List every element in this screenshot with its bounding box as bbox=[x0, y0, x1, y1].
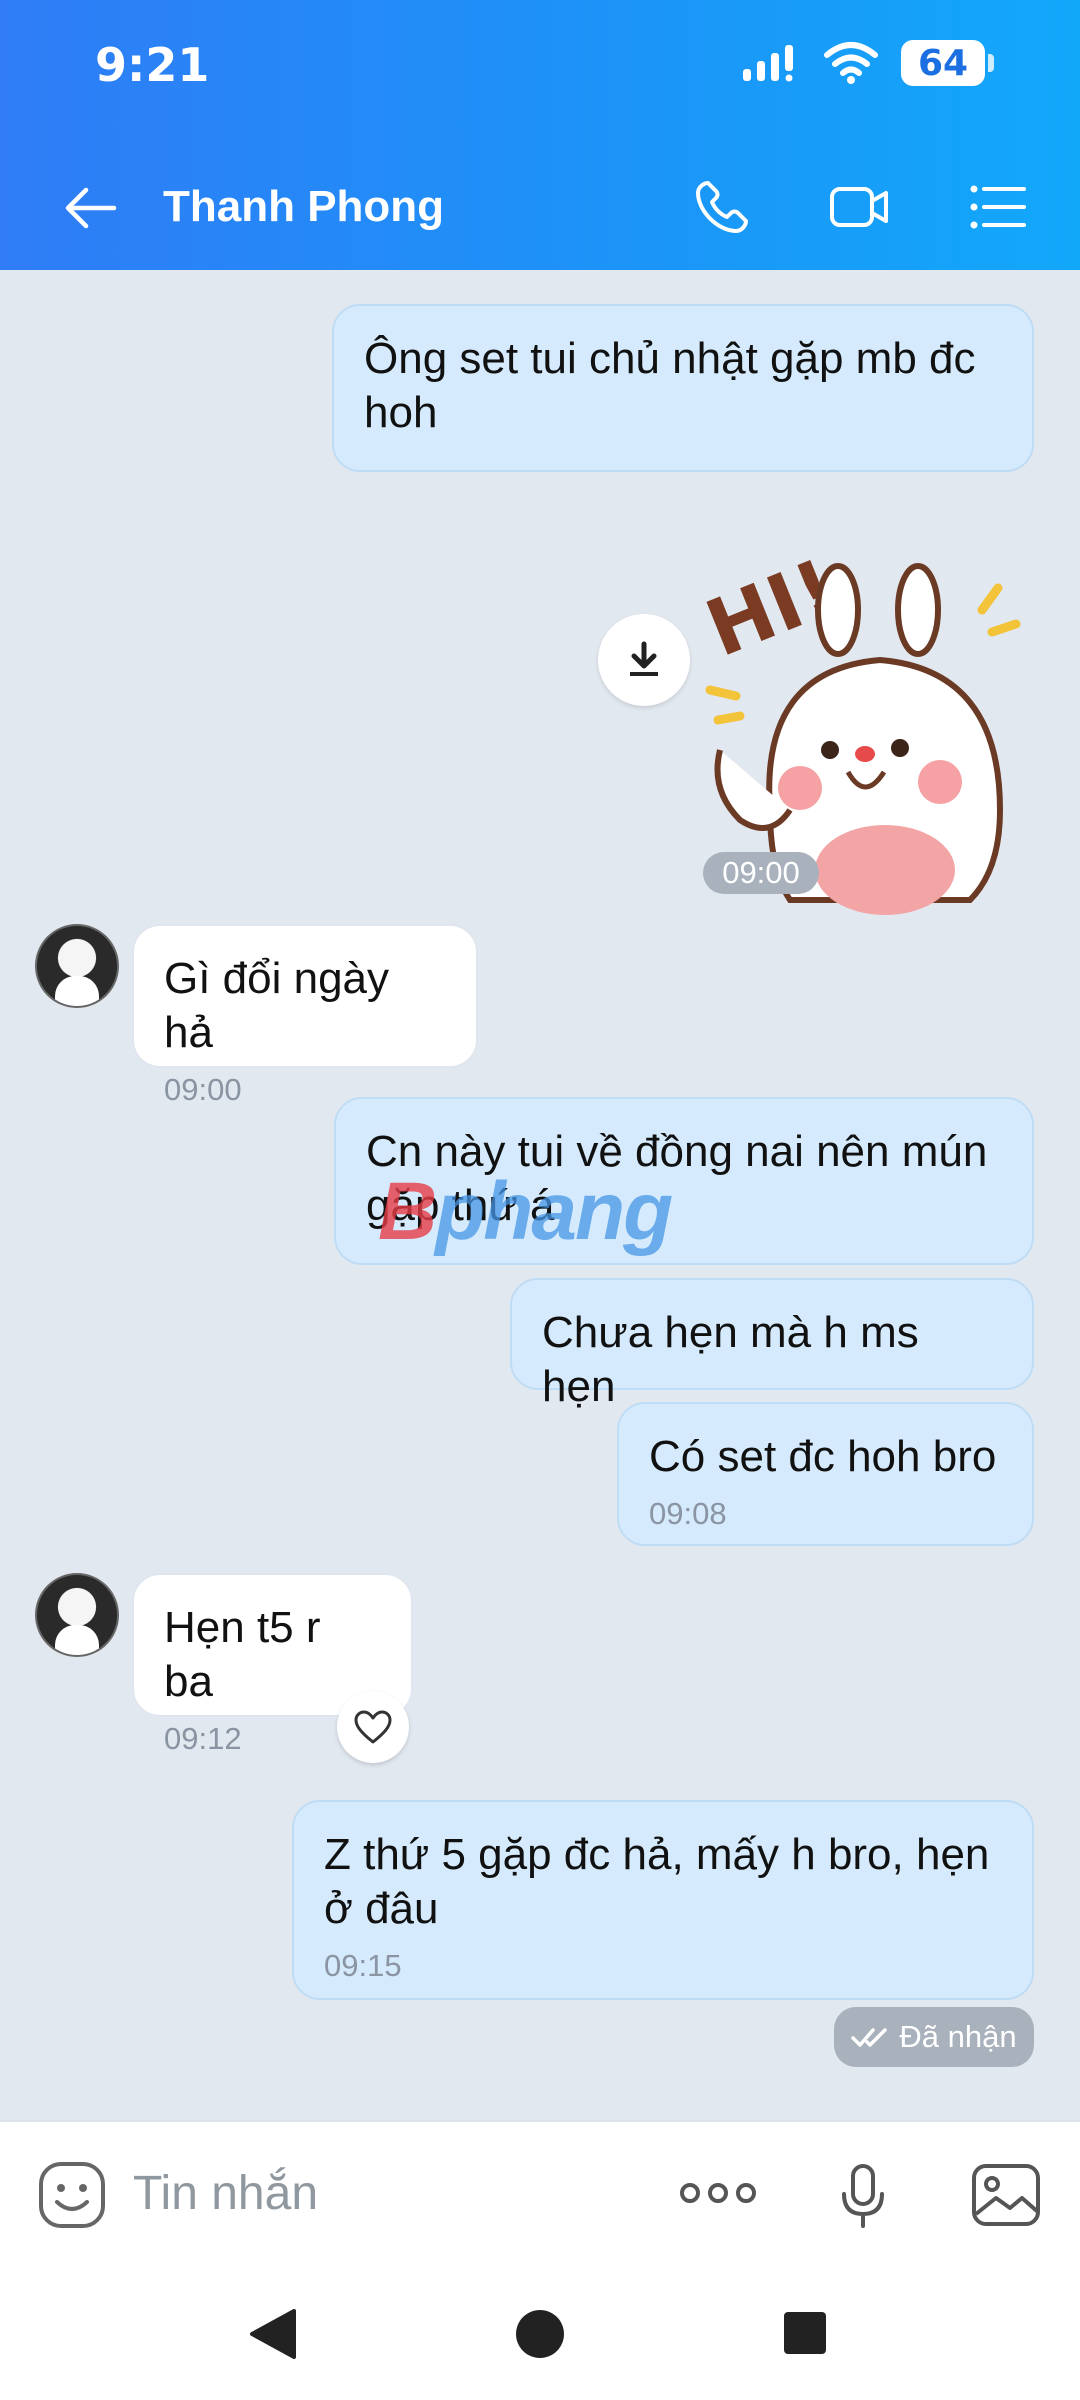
timestamp-pill: 09:00 bbox=[703, 852, 819, 894]
wifi-icon bbox=[824, 42, 878, 84]
message-time: 09:08 bbox=[649, 1496, 727, 1531]
message-input[interactable]: Tin nhắn bbox=[133, 2166, 318, 2221]
message-text: Gì đổi ngày hả bbox=[164, 954, 390, 1057]
nav-back-icon[interactable] bbox=[246, 2307, 298, 2361]
watermark-logo: Bphang bbox=[378, 1165, 673, 1259]
menu-list-icon[interactable] bbox=[966, 175, 1030, 239]
sticker-emoji-icon[interactable] bbox=[37, 2160, 107, 2230]
signal-icon bbox=[743, 45, 793, 82]
message-text: Z thứ 5 gặp đc hả, mấy h bro, hẹn ở đâu bbox=[324, 1830, 990, 1933]
video-call-icon[interactable] bbox=[828, 175, 892, 239]
download-button[interactable] bbox=[598, 614, 690, 706]
bunny-hi-sticker[interactable]: HI! bbox=[700, 510, 1040, 1090]
message-outgoing[interactable]: Z thứ 5 gặp đc hả, mấy h bro, hẹn ở đâu … bbox=[292, 1800, 1034, 2000]
message-incoming[interactable]: Gì đổi ngày hả 09:00 bbox=[132, 924, 478, 1107]
double-check-icon bbox=[851, 2028, 888, 2047]
more-options-icon[interactable] bbox=[678, 2178, 758, 2208]
watermark-prefix: B bbox=[378, 1166, 437, 1257]
message-text: Có set đc hoh bro bbox=[649, 1432, 997, 1481]
chat-title[interactable]: Thanh Phong bbox=[163, 178, 444, 236]
delivery-status-badge: Đã nhận bbox=[834, 2007, 1034, 2067]
message-outgoing[interactable]: Ông set tui chủ nhật gặp mb đc hoh bbox=[332, 304, 1034, 472]
status-time: 9:21 bbox=[95, 38, 210, 92]
nav-bar: Thanh Phong bbox=[0, 160, 1080, 250]
nav-home-icon[interactable] bbox=[514, 2308, 566, 2360]
avatar[interactable] bbox=[35, 1573, 119, 1657]
nav-recents-icon[interactable] bbox=[782, 2310, 828, 2356]
message-text: Hẹn t5 r ba bbox=[164, 1603, 321, 1706]
heart-icon bbox=[354, 1710, 392, 1744]
message-text: Chưa hẹn mà h ms hẹn bbox=[542, 1308, 919, 1411]
message-composer: Tin nhắn bbox=[0, 2120, 1080, 2267]
avatar[interactable] bbox=[35, 924, 119, 1008]
phone-icon[interactable] bbox=[690, 175, 754, 239]
message-text: Ông set tui chủ nhật gặp mb đc hoh bbox=[364, 334, 976, 437]
react-heart-button[interactable] bbox=[337, 1691, 409, 1763]
app-header: 9:21 64 Thanh Phong bbox=[0, 0, 1080, 270]
battery-indicator: 64 bbox=[901, 40, 994, 86]
download-icon bbox=[630, 641, 658, 676]
system-nav-bar bbox=[0, 2265, 1080, 2400]
back-arrow-icon[interactable] bbox=[60, 178, 120, 238]
status-icons: 64 bbox=[741, 40, 994, 86]
microphone-icon[interactable] bbox=[838, 2162, 888, 2232]
message-time: 09:15 bbox=[324, 1948, 402, 1983]
message-outgoing[interactable]: Có set đc hoh bro 09:08 bbox=[617, 1402, 1034, 1546]
image-gallery-icon[interactable] bbox=[970, 2162, 1042, 2228]
watermark-text: phang bbox=[435, 1166, 673, 1257]
delivery-status-text: Đã nhận bbox=[899, 2019, 1017, 2054]
message-outgoing[interactable]: Chưa hẹn mà h ms hẹn bbox=[510, 1278, 1034, 1411]
